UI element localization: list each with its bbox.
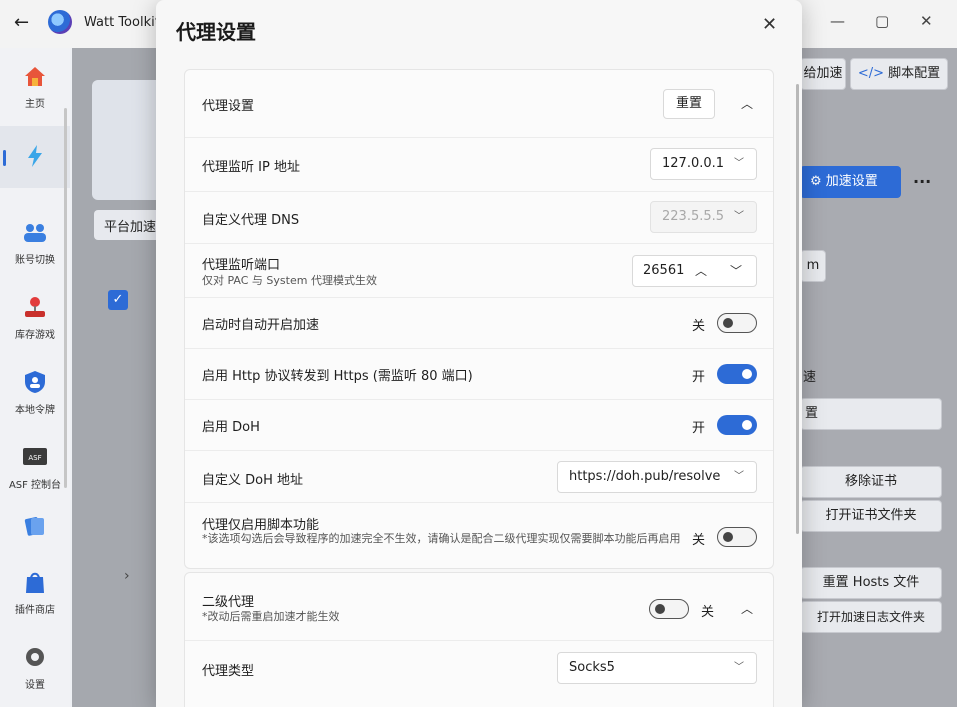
secondary-proxy-panel: 二级代理 *改动后需重启加速才能生效 关 ︿ 代理类型 Socks5 ﹀	[184, 572, 774, 707]
tab-platform-accelerate[interactable]: 平台加速	[94, 210, 160, 240]
svg-text:ASF: ASF	[28, 454, 41, 462]
proxy-type-row: 代理类型 Socks5 ﹀	[185, 640, 773, 694]
custom-dns-row: 自定义代理 DNS 223.5.5.5 ﹀	[185, 191, 773, 243]
dialog-scrollbar[interactable]	[796, 84, 799, 534]
close-icon[interactable]: ✕	[762, 14, 777, 35]
auto-start-row: 启动时自动开启加速 关	[185, 297, 773, 348]
reset-button[interactable]: 重置	[663, 89, 715, 119]
http-forward-toggle[interactable]	[717, 364, 757, 384]
decrement-icon[interactable]: ﹀	[730, 256, 742, 286]
account-switch-icon	[24, 224, 46, 242]
chevron-up-icon[interactable]: ︿	[741, 600, 753, 617]
asf-icon: ASF	[23, 448, 47, 465]
secondary-proxy-header[interactable]: 二级代理 *改动后需重启加速才能生效 关 ︿	[185, 573, 773, 640]
app-logo-icon	[48, 10, 72, 34]
dialog-title: 代理设置	[176, 20, 256, 44]
listen-ip-combobox[interactable]: 127.0.0.1 ﹀	[650, 148, 757, 180]
tab-accelerate[interactable]: 给加速	[800, 58, 846, 90]
joystick-icon	[25, 297, 45, 317]
partial-text: 速	[803, 370, 817, 385]
script-only-toggle[interactable]	[717, 527, 757, 547]
chevron-down-icon: ﹀	[734, 211, 744, 222]
listen-port-row: 代理监听端口 仅对 PAC 与 System 代理模式生效 26561 ︿ ﹀	[185, 243, 773, 297]
lightning-icon	[28, 145, 42, 167]
proxy-settings-panel: 代理设置 重置 ︿ 代理监听 IP 地址 127.0.0.1 ﹀ 自定义代理 D…	[184, 69, 774, 569]
script-only-row: 代理仅启用脚本功能 *该选项勾选后会导致程序的加速完全不生效，请确认是配合二级代…	[185, 502, 773, 568]
shopping-bag-icon	[26, 572, 44, 593]
script-icon: </>	[857, 66, 884, 81]
secondary-proxy-toggle[interactable]	[649, 599, 689, 619]
background-card	[92, 80, 162, 200]
select-all-checkbox[interactable]: ✓	[108, 290, 128, 310]
close-window-button[interactable]: ✕	[920, 12, 933, 30]
sidebar-item-plugins[interactable]: 插件商店	[0, 564, 70, 626]
sidebar-item-accelerate[interactable]	[0, 126, 70, 188]
sidebar-item-library[interactable]: 库存游戏	[0, 289, 70, 351]
reset-hosts-button[interactable]: 重置 Hosts 文件	[800, 567, 942, 599]
custom-dns-combobox: 223.5.5.5 ﹀	[650, 201, 757, 233]
listen-port-numberbox[interactable]: 26561 ︿ ﹀	[632, 255, 757, 287]
sidebar-item-authenticator[interactable]: 本地令牌	[0, 364, 70, 426]
panel-header[interactable]: 代理设置 重置 ︿	[185, 70, 773, 137]
sidebar-item-settings[interactable]: 设置	[0, 639, 70, 701]
app-title: Watt Toolkit	[84, 15, 160, 30]
open-cert-folder-button[interactable]: 打开证书文件夹	[800, 500, 942, 532]
open-log-folder-button[interactable]: 打开加速日志文件夹	[800, 601, 942, 633]
maximize-button[interactable]: ▢	[875, 12, 889, 30]
doh-address-combobox[interactable]: https://doh.pub/resolve ﹀	[557, 461, 757, 493]
accelerate-settings-button[interactable]: ⚙ 加速设置	[800, 166, 901, 198]
minimize-button[interactable]: —	[830, 12, 845, 30]
sidebar-scrollbar[interactable]	[64, 108, 67, 488]
more-options-icon[interactable]: ···	[913, 172, 931, 191]
chevron-down-icon: ﹀	[734, 158, 744, 169]
sidebar: 主页 账号切换 库存游戏 本地令牌 ASF ASF 控制台 插件商店 设置	[0, 48, 70, 707]
chevron-down-icon: ﹀	[734, 662, 744, 673]
listen-ip-row: 代理监听 IP 地址 127.0.0.1 ﹀	[185, 137, 773, 191]
sidebar-item-cards[interactable]	[0, 508, 70, 570]
doh-address-row: 自定义 DoH 地址 https://doh.pub/resolve ﹀	[185, 450, 773, 502]
chevron-down-icon: ﹀	[734, 471, 744, 482]
doh-toggle[interactable]	[717, 415, 757, 435]
proxy-settings-dialog: 代理设置 ✕ 代理设置 重置 ︿ 代理监听 IP 地址 127.0.0.1 ﹀ …	[156, 0, 802, 707]
doh-row: 启用 DoH 开	[185, 399, 773, 450]
partial-button[interactable]: m	[800, 250, 826, 282]
chevron-up-icon[interactable]: ︿	[741, 95, 753, 112]
home-icon	[25, 67, 45, 86]
sidebar-item-accounts[interactable]: 账号切换	[0, 214, 70, 276]
proxy-type-combobox[interactable]: Socks5 ﹀	[557, 652, 757, 684]
gear-icon: ⚙	[810, 174, 822, 189]
chevron-right-icon[interactable]: ›	[124, 568, 130, 584]
panel-header-title: 代理设置	[202, 99, 255, 114]
http-forward-row: 启用 Http 协议转发到 Https (需监听 80 端口) 开	[185, 348, 773, 399]
sidebar-item-home[interactable]: 主页	[0, 58, 70, 120]
shield-icon	[25, 371, 45, 393]
back-arrow-icon[interactable]: ←	[14, 12, 29, 33]
gear-icon	[26, 648, 44, 666]
partial-settings-button[interactable]: 置	[800, 398, 942, 430]
cards-icon	[24, 517, 44, 536]
increment-icon[interactable]: ︿	[695, 256, 707, 286]
auto-start-toggle[interactable]	[717, 313, 757, 333]
tab-script-config[interactable]: </> 脚本配置	[850, 58, 948, 90]
sidebar-item-asf[interactable]: ASF ASF 控制台	[0, 439, 70, 501]
remove-cert-button[interactable]: 移除证书	[800, 466, 942, 498]
